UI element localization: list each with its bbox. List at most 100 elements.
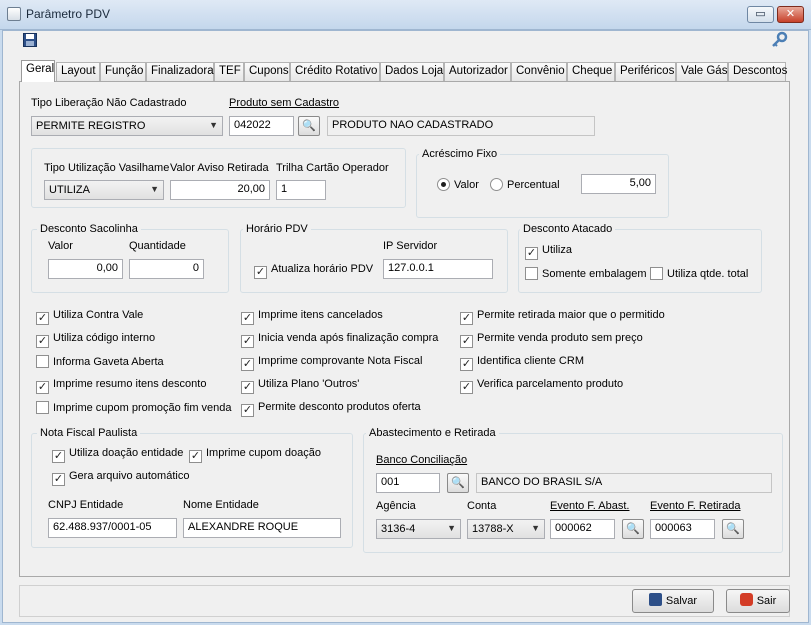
nome-entidade-input[interactable]: ALEXANDRE ROQUE — [183, 518, 341, 538]
tab-autorizador[interactable]: Autorizador — [444, 62, 511, 81]
tab-geral[interactable]: Geral — [21, 60, 55, 82]
agencia-label: Agência — [376, 500, 416, 512]
option-label: Verifica parcelamento produto — [477, 378, 624, 390]
tab-perifericos[interactable]: Periféricos — [615, 62, 676, 81]
checkbox-box — [36, 355, 49, 368]
evento-abast-input[interactable]: 000062 — [550, 519, 615, 539]
tab-dados-loja[interactable]: Dados Loja — [380, 62, 444, 81]
atacado-utiliza-label: Utiliza — [542, 244, 572, 256]
imprime-cupom-doacao-checkbox[interactable]: ✓ Imprime cupom doação — [189, 447, 321, 463]
option-label: Informa Gaveta Aberta — [53, 356, 164, 368]
evento-abast-link[interactable]: Evento F. Abast. — [550, 500, 630, 512]
utiliza-doacao-check: ✓ — [52, 450, 65, 463]
utiliza-qtde-total-checkbox[interactable]: Utiliza qtde. total — [650, 267, 748, 280]
opt-identifica-cliente-crm[interactable]: ✓ Identifica cliente CRM — [460, 355, 584, 371]
tab-cupons[interactable]: Cupons — [244, 62, 290, 81]
option-label: Imprime comprovante Nota Fiscal — [258, 355, 423, 367]
tab-cheque[interactable]: Cheque — [567, 62, 615, 81]
opt-utiliza-codigo-interno[interactable]: ✓ Utiliza código interno — [36, 332, 155, 348]
exit-button[interactable]: Sair — [726, 589, 790, 613]
trilha-cartao-input[interactable]: 1 — [276, 180, 326, 200]
tab-layout[interactable]: Layout — [56, 62, 100, 81]
sacolinha-quantidade-label: Quantidade — [129, 240, 186, 252]
opt-utiliza-contra-vale[interactable]: ✓ Utiliza Contra Vale — [36, 309, 143, 325]
ip-servidor-input[interactable]: 127.0.0.1 — [383, 259, 493, 279]
opt-imprime-cupom-promocao[interactable]: Imprime cupom promoção fim venda — [36, 401, 232, 414]
form-icon — [7, 7, 21, 21]
somente-embalagem-checkbox[interactable]: Somente embalagem — [525, 267, 647, 280]
atacado-utiliza-checkbox[interactable]: ✓ Utiliza — [525, 244, 572, 260]
floppy-disk-icon[interactable] — [23, 33, 37, 50]
tab-funcao[interactable]: Função — [100, 62, 146, 81]
atualiza-horario-check: ✓ — [254, 266, 267, 279]
opt-informa-gaveta-aberta[interactable]: Informa Gaveta Aberta — [36, 355, 164, 368]
search-icon: 🔍 — [726, 523, 740, 535]
opt-imprime-itens-cancelados[interactable]: ✓ Imprime itens cancelados — [241, 309, 383, 325]
save-button[interactable]: Salvar — [632, 589, 714, 613]
chevron-down-icon: ▼ — [447, 523, 456, 533]
opt-verifica-parcelamento[interactable]: ✓ Verifica parcelamento produto — [460, 378, 623, 394]
checkbox-box — [36, 401, 49, 414]
evento-abast-search-button[interactable]: 🔍 — [622, 519, 644, 539]
sacolinha-valor-input[interactable]: 0,00 — [48, 259, 123, 279]
checkbox-box: ✓ — [460, 335, 473, 348]
opt-imprime-comprovante-nf[interactable]: ✓ Imprime comprovante Nota Fiscal — [241, 355, 422, 371]
evento-retirada-link[interactable]: Evento F. Retirada — [650, 500, 741, 512]
tipo-utilizacao-label: Tipo Utilização Vasilhame — [44, 162, 170, 174]
opt-utiliza-plano-outros[interactable]: ✓ Utiliza Plano 'Outros' — [241, 378, 359, 394]
utiliza-doacao-checkbox[interactable]: ✓ Utiliza doação entidade — [52, 447, 183, 463]
banco-codigo-input[interactable]: 001 — [376, 473, 440, 493]
checkbox-box: ✓ — [241, 335, 254, 348]
gera-arquivo-checkbox[interactable]: ✓ Gera arquivo automático — [52, 470, 189, 486]
tab-credito-rotativo[interactable]: Crédito Rotativo — [290, 62, 380, 81]
produto-search-button[interactable]: 🔍 — [298, 116, 320, 136]
radio-percentual[interactable]: Percentual — [490, 178, 560, 191]
opt-permite-retirada-maior[interactable]: ✓ Permite retirada maior que o permitido — [460, 309, 665, 325]
window-title: Parâmetro PDV — [26, 7, 111, 21]
utiliza-qtde-total-label: Utiliza qtde. total — [667, 268, 749, 280]
sacolinha-valor-label: Valor — [48, 240, 73, 252]
evento-retirada-search-button[interactable]: 🔍 — [722, 519, 744, 539]
evento-retirada-input[interactable]: 000063 — [650, 519, 715, 539]
radio-valor[interactable]: Valor — [437, 178, 479, 191]
banco-conciliacao-link[interactable]: Banco Conciliação — [376, 454, 467, 466]
imprime-cupom-doacao-check: ✓ — [189, 450, 202, 463]
option-label: Inicia venda após finalização compra — [258, 332, 439, 344]
valor-aviso-label: Valor Aviso Retirada — [170, 162, 269, 174]
tipo-utilizacao-select[interactable]: UTILIZA ▼ — [44, 180, 164, 200]
opt-permite-desconto-oferta[interactable]: ✓ Permite desconto produtos oferta — [241, 401, 421, 417]
key-icon[interactable] — [771, 31, 788, 51]
cnpj-entidade-input[interactable]: 62.488.937/0001-05 — [48, 518, 177, 538]
produto-sem-cadastro-link[interactable]: Produto sem Cadastro — [229, 97, 339, 109]
opt-permite-venda-sem-preco[interactable]: ✓ Permite venda produto sem preço — [460, 332, 643, 348]
nota-fiscal-paulista-title: Nota Fiscal Paulista — [37, 427, 141, 439]
acrescimo-valor-input[interactable]: 5,00 — [581, 174, 656, 194]
checkbox-box: ✓ — [241, 381, 254, 394]
tab-vale-gas[interactable]: Vale Gás — [676, 62, 728, 81]
tab-convenio[interactable]: Convênio — [511, 62, 567, 81]
close-button[interactable]: ✕ — [777, 6, 804, 23]
horario-pdv-title: Horário PDV — [243, 223, 311, 235]
radio-valor-label: Valor — [454, 179, 479, 191]
option-label: Permite desconto produtos oferta — [258, 401, 421, 413]
tab-finalizadora[interactable]: Finalizadora — [146, 62, 214, 81]
tab-descontos[interactable]: Descontos — [728, 62, 787, 81]
tipo-liberacao-select[interactable]: PERMITE REGISTRO ▼ — [31, 116, 223, 136]
atualiza-horario-checkbox[interactable]: ✓ Atualiza horário PDV — [254, 263, 373, 279]
tipo-liberacao-label: Tipo Liberação Não Cadastrado — [31, 97, 187, 109]
opt-imprime-resumo-desconto[interactable]: ✓ Imprime resumo itens desconto — [36, 378, 206, 394]
radio-valor-indicator — [437, 178, 450, 191]
produto-codigo-input[interactable]: 042022 — [229, 116, 294, 136]
sacolinha-quantidade-input[interactable]: 0 — [129, 259, 204, 279]
agencia-value: 3136-4 — [381, 523, 416, 535]
valor-aviso-input[interactable]: 20,00 — [170, 180, 270, 200]
banco-search-button[interactable]: 🔍 — [447, 473, 469, 493]
chevron-down-icon: ▼ — [209, 120, 218, 130]
restore-button[interactable]: ▭ — [747, 6, 774, 23]
checkbox-box: ✓ — [36, 381, 49, 394]
conta-select[interactable]: 13788-X ▼ — [467, 519, 545, 539]
agencia-select[interactable]: 3136-4 ▼ — [376, 519, 461, 539]
tab-tef[interactable]: TEF — [214, 62, 244, 81]
somente-embalagem-check — [525, 267, 538, 280]
opt-inicia-venda[interactable]: ✓ Inicia venda após finalização compra — [241, 332, 438, 348]
